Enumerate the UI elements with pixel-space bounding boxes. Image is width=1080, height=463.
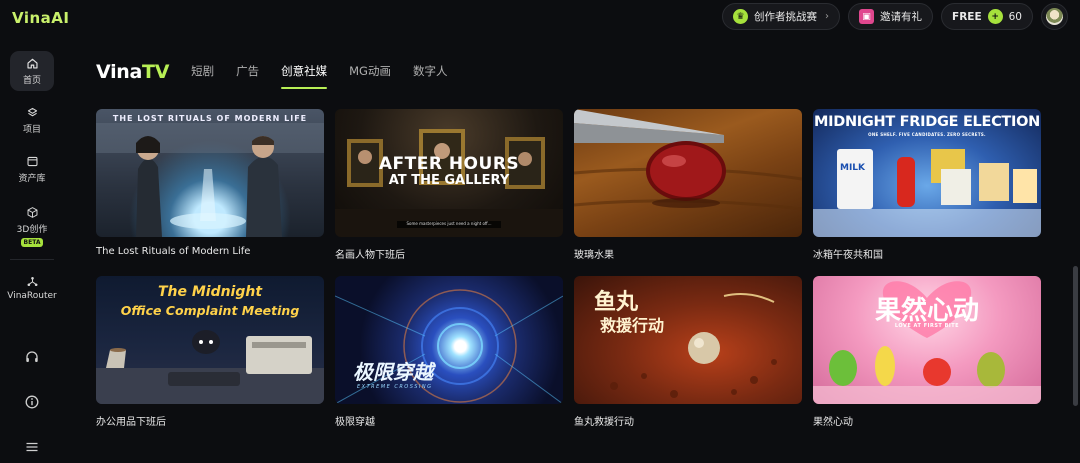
video-card[interactable]: The Midnight Office Complaint Meeting 办公… [96,276,324,428]
chevron-right-icon: › [825,11,830,22]
sidebar-item-label: 首页 [22,76,41,86]
menu-icon[interactable] [24,439,40,455]
top-bar: VinaAI ♛ 创作者挑战赛 › ▣ 邀请有礼 FREE + 60 [0,0,1080,34]
app-logo[interactable]: VinaAI [12,9,69,27]
video-card[interactable]: 鱼丸 救援行动 鱼丸救援行动 [574,276,802,428]
video-thumbnail[interactable]: 鱼丸 救援行动 [574,276,802,404]
tab-creative-social[interactable]: 创意社媒 [281,62,328,89]
thumbnail-subtitle: EXTREME CROSSING [357,384,433,390]
avatar-image [1046,8,1063,25]
sidebar-item-assets[interactable]: 资产库 [10,149,54,189]
sidebar-item-label: 项目 [22,125,41,135]
credits-button[interactable]: FREE + 60 [941,3,1033,30]
top-actions: ♛ 创作者挑战赛 › ▣ 邀请有礼 FREE + 60 [722,3,1068,30]
video-card[interactable]: THE LOST RITUALS OF MODERN LIFE The Lost… [96,109,324,257]
assets-icon [27,156,37,167]
video-thumbnail[interactable]: The Midnight Office Complaint Meeting [96,276,324,404]
invite-button[interactable]: ▣ 邀请有礼 [848,3,934,30]
video-title: 名画人物下班后 [335,250,405,261]
home-icon [26,58,38,69]
thumbnail-title: AFTER HOURS [378,154,520,174]
video-title: 极限穿越 [335,417,375,428]
project-icon [27,107,37,117]
video-card[interactable]: MIDNIGHT FRIDGE ELECTION ONE SHELF. FIVE… [813,109,1041,261]
thumbnail-title: The Midnight [157,284,263,300]
thumbnail-title: 极限穿越 [353,360,433,384]
router-icon [27,276,37,287]
sidebar-item-3d[interactable]: 3D创作 BETA [10,200,54,252]
sidebar-item-home[interactable]: 首页 [10,51,54,91]
trophy-icon: ♛ [733,9,749,24]
video-card[interactable]: 玻璃水果 [574,109,802,261]
thumbnail-art [574,109,802,211]
sidebar-item-label: VinaRouter [7,291,57,301]
thumbnail-subtitle: LOVE AT FIRST BITE [894,323,960,329]
scrollbar[interactable] [1072,34,1080,463]
video-title: 鱼丸救援行动 [574,417,634,428]
video-thumbnail[interactable]: 极限穿越 EXTREME CROSSING [335,276,563,404]
video-title: 办公用品下班后 [96,417,166,428]
video-title: The Lost Rituals of Modern Life [96,246,251,257]
sidebar-item-projects[interactable]: 项目 [10,100,54,140]
video-card[interactable]: 极限穿越 EXTREME CROSSING 极限穿越 [335,276,563,428]
scrollbar-thumb[interactable] [1073,266,1078,406]
gift-icon: ▣ [859,9,875,24]
brand-part2: TV [142,61,170,83]
thumbnail-subtitle: ONE SHELF. FIVE CANDIDATES. ZERO SECRETS… [868,132,986,137]
video-thumbnail[interactable]: 果然心动 LOVE AT FIRST BITE [813,276,1041,404]
credits-count: 60 [1008,10,1022,23]
sidebar-divider [10,259,54,260]
video-title: 果然心动 [813,417,853,428]
plan-label: FREE [952,10,982,23]
tab-ads[interactable]: 广告 [236,62,259,82]
category-tabs: VinaTV 短剧 广告 创意社媒 MG动画 数字人 [96,62,469,89]
video-thumbnail[interactable]: MIDNIGHT FRIDGE ELECTION ONE SHELF. FIVE… [813,109,1041,237]
tab-short-drama[interactable]: 短剧 [191,62,214,82]
thumbnail-title: THE LOST RITUALS OF MODERN LIFE [112,114,308,123]
video-thumbnail[interactable]: AFTER HOURS AT THE GALLERY Some masterpi… [335,109,563,237]
video-card[interactable]: AFTER HOURS AT THE GALLERY Some masterpi… [335,109,563,261]
tab-digital-human[interactable]: 数字人 [413,62,448,82]
tab-mg-animation[interactable]: MG动画 [349,62,391,82]
invite-label: 邀请有礼 [880,11,923,23]
sidebar-item-label: 资产库 [18,174,46,184]
creator-challenge-label: 创作者挑战赛 [754,11,818,23]
video-title: 冰箱午夜共和国 [813,250,883,261]
user-avatar[interactable] [1041,3,1068,30]
thumbnail-subtitle: 救援行动 [600,316,665,335]
brand-part1: Vina [96,61,143,83]
thumbnail-subtitle: AT THE GALLERY [388,173,510,188]
beta-badge: BETA [20,238,44,247]
headset-icon[interactable] [24,349,40,365]
video-title: 玻璃水果 [574,250,614,261]
app-root: VinaAI ♛ 创作者挑战赛 › ▣ 邀请有礼 FREE + 60 首页 项目… [0,0,1080,463]
thumbnail-title: MIDNIGHT FRIDGE ELECTION [814,114,1040,130]
main-content: VinaTV 短剧 广告 创意社媒 MG动画 数字人 THE LOST RITU… [64,34,1080,463]
cube-icon [27,207,37,218]
video-thumbnail[interactable] [574,109,802,237]
video-thumbnail[interactable]: THE LOST RITUALS OF MODERN LIFE [96,109,324,237]
vinatv-brand: VinaTV [96,62,169,82]
sidebar-item-label: 3D创作 [16,225,48,235]
thumbnail-label: MILK [840,163,866,173]
thumbnail-subtitle: Office Complaint Meeting [120,303,300,318]
creator-challenge-button[interactable]: ♛ 创作者挑战赛 › [722,3,841,30]
add-credits-icon: + [987,9,1003,24]
info-icon[interactable] [24,394,40,410]
thumbnail-title: 果然心动 [874,296,979,326]
sidebar-item-vinarouter[interactable]: VinaRouter [4,269,60,306]
video-card[interactable]: 果然心动 LOVE AT FIRST BITE 果然心动 [813,276,1041,428]
sidebar: 首页 项目 资产库 3D创作 BETA VinaRouter [0,34,64,463]
thumbnail-art [96,123,324,237]
thumbnail-caption: Some masterpieces just need a night off.… [406,221,492,226]
